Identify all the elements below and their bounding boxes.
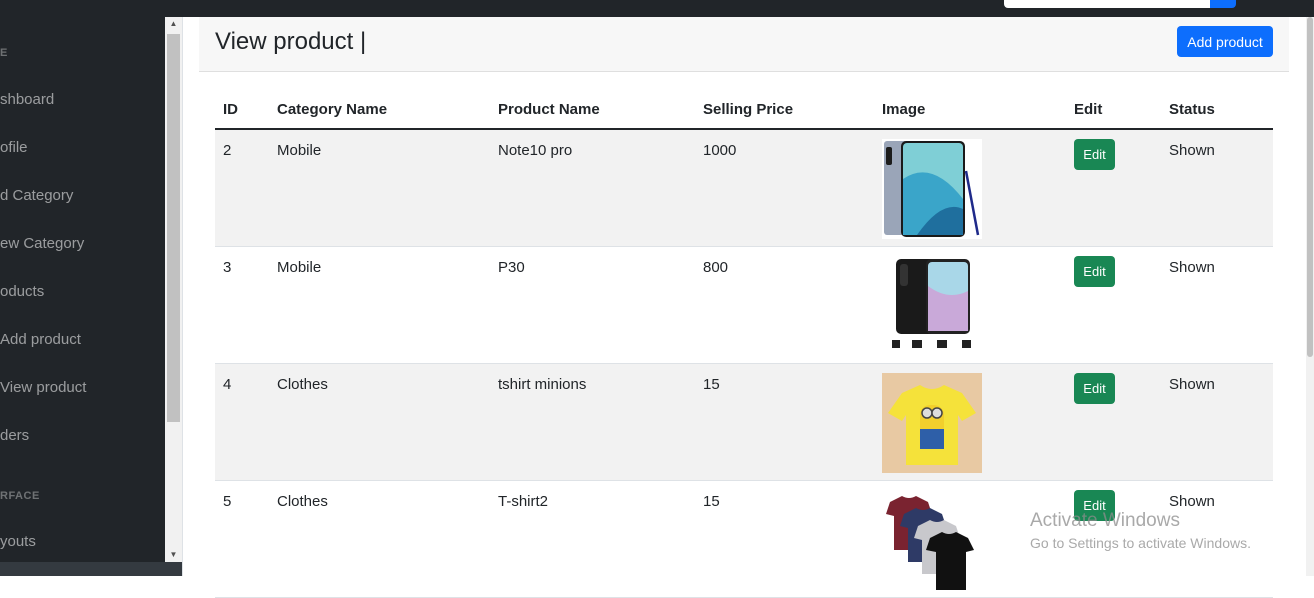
column-header-price: Selling Price [695, 90, 874, 130]
cell-id: 3 [215, 246, 269, 364]
search-button[interactable] [1210, 0, 1236, 8]
table-row: 4 Clothes tshirt minions 15 Edit Shown [215, 363, 1273, 481]
cell-id: 5 [215, 480, 269, 598]
column-header-product: Product Name [490, 90, 695, 130]
page-scrollbar-thumb[interactable] [1307, 17, 1313, 357]
sidebar-item-dashboard[interactable]: shboard [0, 91, 54, 108]
scroll-up-arrow-icon[interactable]: ▲ [165, 17, 182, 31]
product-image-tshirt-minion [882, 372, 982, 473]
divider [182, 17, 183, 576]
edit-button[interactable]: Edit [1074, 255, 1115, 287]
table-header-row: ID Category Name Product Name Selling Pr… [215, 90, 1273, 130]
top-navbar [0, 0, 1314, 17]
sidebar-footer [0, 562, 182, 576]
column-header-id: ID [215, 90, 269, 130]
cell-category: Mobile [269, 129, 490, 247]
sidebar-item-add-category[interactable]: d Category [0, 187, 73, 204]
edit-button[interactable]: Edit [1074, 139, 1115, 170]
cell-price: 15 [695, 480, 874, 598]
cell-status: Shown [1161, 363, 1273, 481]
cell-category: Clothes [269, 480, 490, 598]
cell-id: 2 [215, 129, 269, 247]
sidebar-scrollbar-thumb[interactable] [167, 34, 180, 422]
sidebar-item-profile[interactable]: ofile [0, 139, 28, 156]
cell-price: 15 [695, 363, 874, 481]
cell-product: T-shirt2 [490, 480, 695, 598]
scroll-down-arrow-icon[interactable]: ▼ [165, 548, 182, 562]
page-scrollbar[interactable] [1306, 17, 1314, 576]
sidebar-item-view-product[interactable]: View product [0, 379, 86, 396]
sidebar: E shboard ofile d Category ew Category o… [0, 17, 165, 576]
add-product-button[interactable]: Add product [1177, 26, 1273, 57]
activate-windows-watermark: Activate Windows Go to Settings to activ… [1030, 510, 1251, 551]
sidebar-item-layouts[interactable]: youts [0, 533, 36, 550]
watermark-title: Activate Windows [1030, 510, 1180, 531]
edit-button[interactable]: Edit [1074, 372, 1115, 404]
table-row: 2 Mobile Note10 pro 1000 Edit Shown [215, 129, 1273, 247]
cell-price: 1000 [695, 129, 874, 247]
cell-product: tshirt minions [490, 363, 695, 481]
column-header-edit: Edit [1066, 90, 1161, 130]
product-image-phone-p30 [882, 255, 982, 356]
product-image-phone-note10 [882, 139, 982, 239]
card-header: View product | Add product [199, 17, 1289, 72]
column-header-image: Image [874, 90, 1066, 130]
column-header-status: Status [1161, 90, 1273, 130]
cell-category: Mobile [269, 246, 490, 364]
cell-image [874, 129, 1066, 247]
column-header-category: Category Name [269, 90, 490, 130]
sidebar-item-view-category[interactable]: ew Category [0, 235, 84, 252]
cell-edit: Edit [1066, 363, 1161, 481]
sidebar-heading-core: E [0, 47, 8, 59]
cell-edit: Edit [1066, 129, 1161, 247]
product-image-tshirts-stack [882, 489, 982, 590]
sidebar-scrollbar[interactable]: ▲ ▼ [165, 17, 182, 562]
cell-product: P30 [490, 246, 695, 364]
cell-id: 4 [215, 363, 269, 481]
cell-image [874, 363, 1066, 481]
cell-edit: Edit [1066, 246, 1161, 364]
sidebar-item-add-product[interactable]: Add product [0, 331, 81, 348]
sidebar-item-orders[interactable]: ders [0, 427, 29, 444]
table-row: 3 Mobile P30 800 Edit Shown [215, 246, 1273, 364]
cell-category: Clothes [269, 363, 490, 481]
search-input[interactable] [1004, 0, 1210, 8]
cell-product: Note10 pro [490, 129, 695, 247]
cell-image [874, 246, 1066, 364]
cell-status: Shown [1161, 246, 1273, 364]
sidebar-item-products[interactable]: oducts [0, 283, 44, 300]
cell-price: 800 [695, 246, 874, 364]
watermark-subtitle: Go to Settings to activate Windows. [1030, 535, 1251, 551]
page-title: View product | [215, 28, 367, 55]
sidebar-heading-interface: RFACE [0, 490, 40, 502]
cell-status: Shown [1161, 129, 1273, 247]
